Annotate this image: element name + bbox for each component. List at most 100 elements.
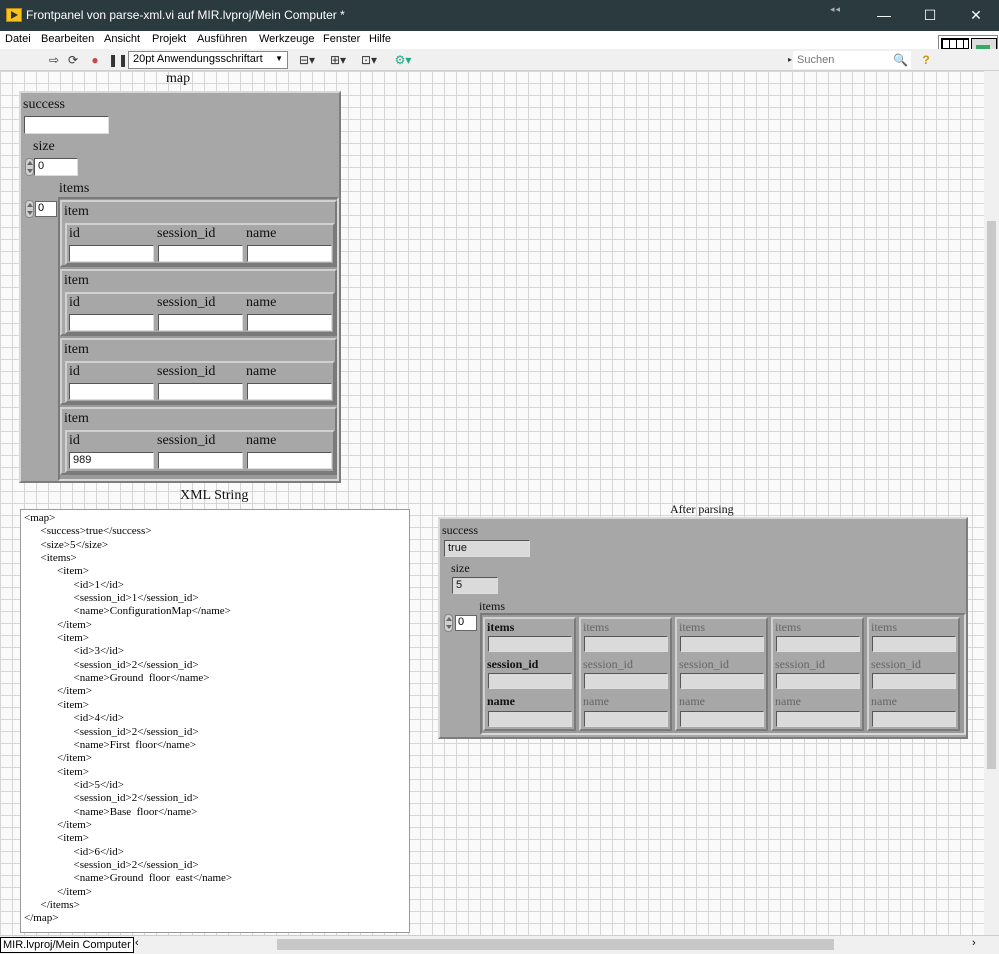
parsed-session-id-field [680,673,764,689]
item-cluster[interactable]: item id session_id name [60,269,337,336]
xml-line: <session_id>2</session_id> [24,658,199,671]
run-arrow-icon[interactable]: ⇨ [47,53,61,67]
session-id-label: session_id [157,226,216,241]
after-parsing-label: After parsing [670,502,734,516]
id-field[interactable]: 989 [69,452,154,469]
parsed-items-field-label: items [775,620,801,634]
horizontal-scroll-thumb[interactable] [277,939,834,950]
name-field[interactable] [247,452,332,469]
search-icon[interactable]: 🔍 [893,53,908,67]
session-id-field[interactable] [158,383,243,400]
xml-line: </item> [24,885,93,898]
item-inner-cluster[interactable]: id session_id name 989 [65,430,335,473]
name-field[interactable] [247,383,332,400]
minimize-button[interactable]: — [861,0,907,31]
labview-app-icon [6,8,22,22]
maximize-button[interactable]: ☐ [907,0,953,31]
parsed-session-id-field [488,673,572,689]
parsed-items-field-label: items [487,620,515,634]
xml-line: <item> [24,632,89,645]
xml-line: </item> [24,685,93,698]
xml-line: <id>4</id> [24,712,124,725]
id-label: id [69,433,80,448]
parsed-session-id-label: session_id [871,657,922,671]
items-index-input[interactable]: 0 [35,201,57,217]
size-increment-icon[interactable] [25,158,34,176]
toolbar: ⇨ ⟳ ● ❚❚ 20pt Anwendungsschriftart ▼ ⊟▾ … [0,49,999,71]
menu-hilfe[interactable]: Hilfe [369,33,391,45]
item-inner-cluster[interactable]: id session_id name [65,223,335,265]
xml-string-control[interactable]: <map> <success>true</success> <size>5</s… [20,509,410,933]
parsed-name-label: name [775,694,801,708]
item-inner-cluster[interactable]: id session_id name [65,292,335,334]
item-cluster[interactable]: item id session_id name 989 [60,407,337,475]
id-label: id [69,364,80,379]
xml-line: <session_id>2</session_id> [24,725,199,738]
item-cluster[interactable]: item id session_id name [60,338,337,405]
parsed-name-label: name [679,694,705,708]
xml-line: <id>3</id> [24,645,124,658]
items-array[interactable]: item id session_id name item id session_… [58,197,339,481]
reorder-icon[interactable]: ⚙▾ [391,53,415,67]
parsed-items-index-increment-icon[interactable] [444,614,453,632]
menu-bearbeiten[interactable]: Bearbeiten [41,33,94,45]
id-field[interactable] [69,383,154,400]
item-inner-cluster[interactable]: id session_id name [65,361,335,403]
menu-ausfuehren[interactable]: Ausführen [197,33,247,45]
project-context-label[interactable]: MIR.lvproj/Mein Computer [0,937,134,953]
parsed-items-field-label: items [871,620,897,634]
front-panel-canvas[interactable]: map success size 0 items 0 item id sessi… [0,71,984,935]
name-field[interactable] [247,314,332,331]
title-bar: Frontpanel von parse-xml.vi auf MIR.lvpr… [0,0,999,31]
vertical-scrollbar[interactable] [984,71,999,935]
name-field[interactable] [247,245,332,262]
scroll-left-icon[interactable]: ‹ [135,937,139,949]
id-field[interactable] [69,245,154,262]
distribute-objects-icon[interactable]: ⊞▾ [327,53,349,67]
parsed-items-field [488,636,572,652]
success-string[interactable] [24,116,109,134]
parsed-item-cluster: items session_id name [579,617,672,731]
menu-fenster[interactable]: Fenster [323,33,360,45]
name-label: name [246,226,277,241]
map-cluster[interactable]: success size 0 items 0 item id session_i… [19,91,341,483]
id-field[interactable] [69,314,154,331]
parsed-name-label: name [583,694,609,708]
vertical-scroll-thumb[interactable] [987,221,996,769]
menu-ansicht[interactable]: Ansicht [104,33,140,45]
parsed-items-label: items [479,599,505,613]
xml-line: <map> [24,512,56,524]
xml-line: <name>Ground floor</name> [24,672,210,685]
menu-projekt[interactable]: Projekt [152,33,186,45]
parsed-session-id-label: session_id [775,657,826,671]
xml-line: <name>ConfigurationMap</name> [24,605,231,618]
abort-icon[interactable]: ● [88,53,102,67]
help-icon[interactable]: ? [919,53,933,67]
xml-line: <success>true</success> [24,525,152,538]
after-parsing-cluster[interactable]: success true size 5 items 0 items sessio… [438,517,968,739]
session-id-field[interactable] [158,452,243,469]
resize-objects-icon[interactable]: ⊡▾ [358,53,380,67]
align-objects-icon[interactable]: ⊟▾ [296,53,318,67]
size-numeric[interactable]: 0 [34,158,78,176]
parsed-items-index-input[interactable]: 0 [455,615,477,631]
scroll-right-icon[interactable]: › [972,937,976,949]
xml-line: <id>1</id> [24,578,124,591]
items-index-increment-icon[interactable] [25,200,34,218]
item-label: item [64,342,89,357]
parsed-items-field-label: items [583,620,609,634]
pause-icon[interactable]: ❚❚ [108,53,128,67]
parsed-name-field [872,711,956,727]
id-label: id [69,226,80,241]
session-id-field[interactable] [158,245,243,262]
font-selector[interactable]: 20pt Anwendungsschriftart ▼ [128,51,288,69]
menu-werkzeuge[interactable]: Werkzeuge [259,33,314,45]
parsed-session-id-label: session_id [487,657,539,671]
close-button[interactable]: ✕ [953,0,999,31]
session-id-field[interactable] [158,314,243,331]
parsed-item-cluster[interactable]: items session_id name [483,617,576,731]
parsed-items-array[interactable]: items session_id name items session_id n… [480,613,966,735]
run-continuously-icon[interactable]: ⟳ [66,53,80,67]
item-cluster[interactable]: item id session_id name [60,200,337,267]
menu-datei[interactable]: Datei [5,33,31,45]
